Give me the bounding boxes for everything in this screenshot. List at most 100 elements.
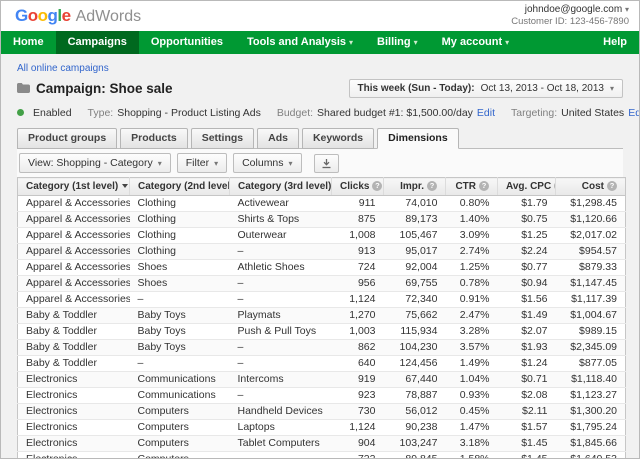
download-icon — [322, 158, 331, 168]
dimensions-table: Category (1st level) Category (2nd level)… — [17, 177, 626, 458]
table-row: Apparel & Accessories Clothing Outerwear 1,… — [17, 227, 626, 244]
table-cell: Apparel & Accessories — [17, 259, 130, 276]
table-cell: Outerwear — [229, 227, 332, 244]
campaign-status-row: Enabled Type: Shopping - Product Listing… — [17, 105, 639, 120]
help-icon[interactable]: ? — [607, 181, 617, 191]
table-row: Apparel & Accessories – –1,124 72,340 0.91% $… — [17, 291, 626, 308]
table-cell: $1,120.66 — [555, 211, 626, 228]
table-cell: $2,345.09 — [555, 339, 626, 356]
table-cell: $1.57 — [497, 419, 556, 436]
table-row: Apparel & Accessories Clothing Activewear 9… — [17, 195, 626, 212]
table-cell: Baby & Toddler — [17, 339, 130, 356]
table-cell: 0.80% — [445, 195, 498, 212]
table-cell: Apparel & Accessories — [17, 211, 130, 228]
status-enabled: Enabled — [33, 106, 72, 119]
column-header-category-1st-level-[interactable]: Category (1st level) — [17, 177, 130, 196]
download-report-button[interactable] — [313, 153, 339, 173]
title-row: Campaign: Shoe sale This week (Sun - Tod… — [17, 76, 623, 100]
date-range-label: This week (Sun - Today): — [357, 82, 475, 94]
table-cell: 104,230 — [383, 339, 446, 356]
nav-item-tools-and-analysis[interactable]: Tools and Analysis ▾ — [235, 31, 365, 54]
table-cell: 1,124 — [331, 291, 384, 308]
content-area: All online campaigns Campaign: Shoe sale… — [1, 54, 639, 458]
breadcrumb-all-online-campaigns[interactable]: All online campaigns — [17, 63, 109, 75]
adwords-app: Google AdWords johndoe@google.com ▾ Cust… — [0, 0, 640, 459]
help-icon[interactable]: ? — [372, 181, 383, 191]
column-header-clicks[interactable]: Clicks? — [331, 177, 384, 196]
table-row: Electronics Computers Laptops 1,124 90,238 1.… — [17, 419, 626, 436]
customer-id: Customer ID: 123-456-7890 — [511, 16, 629, 27]
table-cell: 1,008 — [331, 227, 384, 244]
table-toolbar: View: Shopping - Category ▾ Filter ▾ Col… — [17, 149, 623, 177]
tab-products[interactable]: Products — [120, 128, 188, 149]
table-cell: 913 — [331, 243, 384, 260]
column-header-ctr[interactable]: CTR? — [445, 177, 498, 196]
filter-dropdown[interactable]: Filter ▾ — [176, 153, 228, 173]
nav-item-my-account[interactable]: My account ▾ — [430, 31, 522, 54]
table-cell: – — [229, 339, 332, 356]
chevron-down-icon: ▾ — [157, 158, 162, 168]
table-cell: 78,887 — [383, 387, 446, 404]
nav-item-home[interactable]: Home — [1, 31, 56, 54]
columns-dropdown[interactable]: Columns ▾ — [233, 153, 302, 173]
table-row: Baby & Toddler Baby Toys –862 104,230 3.57% $… — [17, 339, 626, 356]
table-cell: $0.71 — [497, 371, 556, 388]
tab-ads[interactable]: Ads — [257, 128, 299, 149]
table-cell: $989.15 — [555, 323, 626, 340]
table-cell: 1.04% — [445, 371, 498, 388]
tab-settings[interactable]: Settings — [190, 128, 255, 149]
nav-item-help[interactable]: Help — [591, 31, 639, 54]
column-header-impr-[interactable]: Impr.? — [383, 177, 446, 196]
table-cell: Electronics — [17, 403, 130, 420]
table-cell: 2.47% — [445, 307, 498, 324]
table-cell: 69,755 — [383, 275, 446, 292]
budget-edit-link[interactable]: Edit — [477, 107, 495, 119]
tab-dimensions[interactable]: Dimensions — [377, 128, 459, 149]
nav-item-billing[interactable]: Billing ▾ — [365, 31, 430, 54]
table-cell: $1.56 — [497, 291, 556, 308]
enabled-status-icon — [17, 109, 24, 116]
column-header-category-2nd-level-[interactable]: Category (2nd level) — [129, 177, 230, 196]
table-cell: Clothing — [129, 195, 230, 212]
date-range-selector[interactable]: This week (Sun - Today): Oct 13, 2013 - … — [348, 78, 623, 98]
table-cell: 56,012 — [383, 403, 446, 420]
table-cell: $1,300.20 — [555, 403, 626, 420]
table-cell: Baby Toys — [129, 323, 230, 340]
table-cell: 89,845 — [383, 451, 446, 458]
table-cell: Baby & Toddler — [17, 323, 130, 340]
table-cell: 0.91% — [445, 291, 498, 308]
table-cell: $954.57 — [555, 243, 626, 260]
nav-item-opportunities[interactable]: Opportunities — [139, 31, 235, 54]
chevron-down-icon: ▾ — [505, 38, 510, 47]
column-header-cost[interactable]: Cost? — [555, 177, 626, 196]
table-cell: Electronics — [17, 419, 130, 436]
table-cell: 724 — [331, 259, 384, 276]
table-cell: 919 — [331, 371, 384, 388]
chevron-down-icon: ▾ — [288, 158, 293, 168]
table-cell: 115,934 — [383, 323, 446, 340]
table-cell: 3.09% — [445, 227, 498, 244]
tab-keywords[interactable]: Keywords — [301, 128, 375, 149]
table-cell: Apparel & Accessories — [17, 227, 130, 244]
column-header-category-3rd-level-[interactable]: Category (3rd level) — [229, 177, 332, 196]
google-adwords-logo[interactable]: Google AdWords — [15, 6, 141, 26]
table-cell: $2.07 — [497, 323, 556, 340]
table-cell: $0.75 — [497, 211, 556, 228]
help-icon[interactable]: ? — [479, 181, 489, 191]
tab-product-groups[interactable]: Product groups — [17, 128, 118, 149]
topbar: Google AdWords johndoe@google.com ▾ Cust… — [1, 1, 639, 31]
targeting-edit-link[interactable]: Edit — [628, 107, 639, 119]
table-row: Electronics Computers Tablet Computers 904 1… — [17, 435, 626, 452]
table-row: Electronics Communications Intercoms 919 67,… — [17, 371, 626, 388]
account-email-menu[interactable]: johndoe@google.com ▾ — [511, 4, 629, 16]
adwords-wordmark: AdWords — [75, 8, 142, 25]
table-cell: Apparel & Accessories — [17, 291, 130, 308]
table-cell: Baby & Toddler — [17, 355, 130, 372]
view-dropdown[interactable]: View: Shopping - Category ▾ — [19, 153, 171, 173]
column-header-avg-cpc[interactable]: Avg. CPC? — [497, 177, 556, 196]
table-cell: $1,147.45 — [555, 275, 626, 292]
table-cell: 911 — [331, 195, 384, 212]
help-icon[interactable]: ? — [427, 181, 437, 191]
nav-item-campaigns[interactable]: Campaigns — [55, 31, 139, 54]
